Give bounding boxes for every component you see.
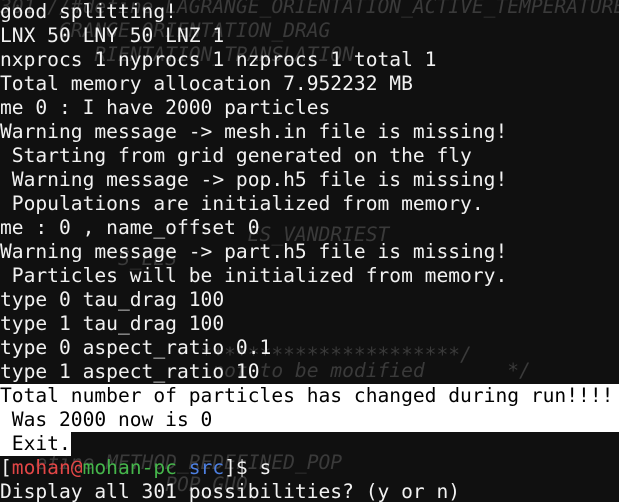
selection-text: Was 2000 now is 0	[0, 408, 619, 432]
output-line: Warning message -> mesh.in file is missi…	[0, 120, 508, 143]
output-line: good splitting!	[0, 0, 177, 23]
prompt-host: mohan-pc	[82, 456, 177, 479]
highlighted-line: Exit.	[0, 432, 619, 456]
terminal-output: good splitting! LNX 50 LNY 50 LNZ 1 nxpr…	[0, 0, 619, 502]
output-line: type 1 tau_drag 100	[0, 312, 225, 335]
output-line: Total memory allocation 7.952232 MB	[0, 72, 413, 95]
output-line: type 1 aspect_ratio 10	[0, 360, 260, 383]
output-line: type 0 aspect_ratio 0.1	[0, 336, 272, 359]
output-line: Display all 301 possibilities? (y or n)	[0, 480, 461, 502]
output-line: Warning message -> part.h5 file is missi…	[0, 240, 508, 263]
output-line: type 0 tau_drag 100	[0, 288, 225, 311]
terminal-window[interactable]: 301 //#define LAGRANGE_ORIENTATION_ACTIV…	[0, 0, 619, 502]
selection-text: Total number of particles has changed du…	[0, 384, 619, 408]
output-line: Particles will be initialized from memor…	[0, 264, 508, 287]
prompt-at: @	[70, 456, 83, 479]
prompt-symbol: ]$	[224, 456, 260, 479]
output-line: me : 0 , name_offset 0	[0, 216, 260, 239]
prompt-directory: src	[188, 456, 225, 479]
prompt-bracket: [	[0, 456, 12, 479]
output-line: Populations are initialized from memory.	[0, 192, 484, 215]
prompt-user: mohan	[11, 456, 71, 479]
command-input[interactable]: s	[260, 456, 272, 479]
shell-prompt-line[interactable]: [mohan@mohan-pc src]$ s	[0, 456, 619, 480]
highlighted-line: Total number of particles has changed du…	[0, 384, 619, 408]
output-line: Starting from grid generated on the fly	[0, 144, 472, 167]
highlighted-line: Was 2000 now is 0	[0, 408, 619, 432]
output-line: LNX 50 LNY 50 LNZ 1	[0, 24, 225, 47]
output-line: nxprocs 1 nyprocs 1 nzprocs 1 total 1	[0, 48, 437, 71]
selection-text: Exit.	[0, 432, 71, 456]
output-line: Warning message -> pop.h5 file is missin…	[0, 168, 508, 191]
output-line: me 0 : I have 2000 particles	[0, 96, 331, 119]
